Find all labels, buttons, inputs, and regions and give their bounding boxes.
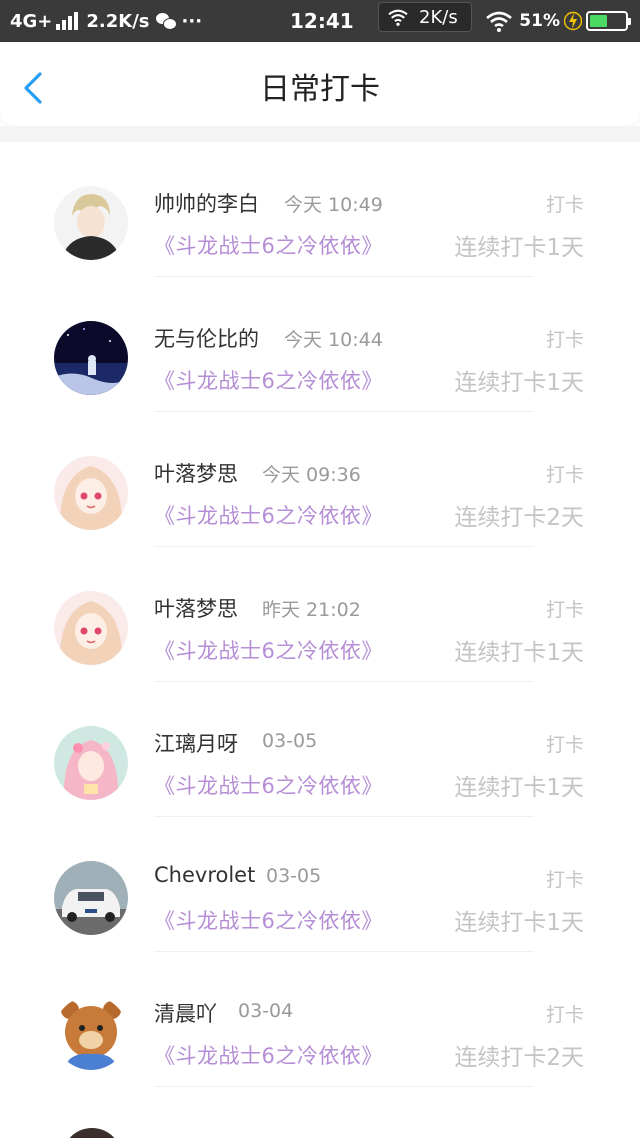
- streak-days: 连续打卡1天: [454, 910, 584, 936]
- checkin-button[interactable]: 打卡: [546, 595, 584, 622]
- charging-bolt-icon: [564, 11, 582, 31]
- checkin-button[interactable]: 打卡: [546, 190, 584, 217]
- streak-days: 连续打卡1天: [454, 370, 584, 396]
- book-title-link[interactable]: 《斗龙战士6之冷依依》: [154, 500, 383, 530]
- user-name: 清晨吖: [154, 1002, 217, 1026]
- wechat-icon: [155, 13, 177, 30]
- battery-icon: [586, 11, 631, 31]
- page-title: 日常打卡: [260, 72, 380, 107]
- avatar[interactable]: [54, 456, 128, 530]
- checkin-time: 昨天 21:02: [262, 599, 361, 621]
- streak-days: 连续打卡1天: [454, 640, 584, 666]
- floating-speed: 2K/s: [419, 6, 458, 28]
- avatar[interactable]: [54, 321, 128, 395]
- checkin-time: 03-05: [266, 865, 322, 887]
- streak-days: 连续打卡1天: [454, 775, 584, 801]
- book-title-link[interactable]: 《斗龙战士6之冷依依》: [154, 1040, 383, 1070]
- status-bar: 4G+ 2.2K/s ··· 12:41 2K/s 51%: [0, 0, 640, 42]
- book-title-link[interactable]: 《斗龙战士6之冷依依》: [154, 635, 383, 665]
- checkin-button[interactable]: 打卡: [546, 1000, 584, 1027]
- checkin-button[interactable]: 打卡: [546, 325, 584, 352]
- list-item[interactable]: 帅帅的李白 今天 10:49 《斗龙战士6之冷依依》 打卡 连续打卡1天: [0, 142, 640, 277]
- user-name: 江璃月呀: [154, 732, 238, 756]
- book-title-link[interactable]: 《斗龙战士6之冷依依》: [154, 365, 383, 395]
- avatar[interactable]: [54, 726, 128, 800]
- checkin-time: 03-04: [238, 1000, 294, 1022]
- network-type: 4G+: [10, 10, 53, 32]
- checkin-time: 今天 10:44: [284, 329, 383, 351]
- checkin-button[interactable]: 打卡: [546, 730, 584, 757]
- list-item[interactable]: 叶落梦思 昨天 21:02 《斗龙战士6之冷依依》 打卡 连续打卡1天: [0, 547, 640, 682]
- status-right: 51%: [485, 0, 631, 42]
- floating-speed-widget: 2K/s: [378, 2, 472, 32]
- checkin-time: 今天 10:49: [284, 194, 383, 216]
- wifi-icon: [486, 11, 513, 32]
- network-speed: 2.2K/s: [86, 10, 150, 32]
- avatar[interactable]: [54, 591, 128, 665]
- avatar[interactable]: [54, 186, 128, 260]
- checkin-list: 帅帅的李白 今天 10:49 《斗龙战士6之冷依依》 打卡 连续打卡1天 无与伦…: [0, 142, 640, 1087]
- user-name: Chevrolet: [154, 863, 256, 887]
- list-item[interactable]: Chevrolet 03-05 《斗龙战士6之冷依依》 打卡 连续打卡1天: [0, 817, 640, 952]
- avatar[interactable]: [54, 861, 128, 935]
- app-header: 日常打卡: [0, 42, 640, 126]
- signal-icon: [56, 12, 79, 30]
- list-item[interactable]: 清晨吖 03-04 《斗龙战士6之冷依依》 打卡 连续打卡2天: [0, 952, 640, 1087]
- status-left: 4G+ 2.2K/s ···: [10, 0, 202, 42]
- streak-days: 连续打卡2天: [454, 1045, 584, 1071]
- avatar[interactable]: [54, 996, 128, 1070]
- avatar[interactable]: [62, 1128, 122, 1138]
- section-gap: [0, 126, 640, 142]
- wifi-icon: [388, 9, 408, 26]
- book-title-link[interactable]: 《斗龙战士6之冷依依》: [154, 230, 383, 260]
- user-name: 叶落梦思: [154, 462, 238, 486]
- user-name: 无与伦比的: [154, 327, 259, 351]
- user-name: 帅帅的李白: [154, 192, 259, 216]
- checkin-button[interactable]: 打卡: [546, 865, 584, 892]
- checkin-time: 今天 09:36: [262, 464, 361, 486]
- checkin-button[interactable]: 打卡: [546, 460, 584, 487]
- streak-days: 连续打卡1天: [454, 235, 584, 261]
- checkin-time: 03-05: [262, 730, 318, 752]
- book-title-link[interactable]: 《斗龙战士6之冷依依》: [154, 905, 383, 935]
- divider: [154, 1086, 534, 1087]
- book-title-link[interactable]: 《斗龙战士6之冷依依》: [154, 770, 383, 800]
- list-item[interactable]: 叶落梦思 今天 09:36 《斗龙战士6之冷依依》 打卡 连续打卡2天: [0, 412, 640, 547]
- list-item[interactable]: 江璃月呀 03-05 《斗龙战士6之冷依依》 打卡 连续打卡1天: [0, 682, 640, 817]
- more-notifications-icon: ···: [181, 10, 203, 32]
- battery-percent: 51%: [519, 11, 560, 31]
- clock: 12:41: [290, 9, 354, 33]
- streak-days: 连续打卡2天: [454, 505, 584, 531]
- user-name: 叶落梦思: [154, 597, 238, 621]
- list-item[interactable]: 无与伦比的 今天 10:44 《斗龙战士6之冷依依》 打卡 连续打卡1天: [0, 277, 640, 412]
